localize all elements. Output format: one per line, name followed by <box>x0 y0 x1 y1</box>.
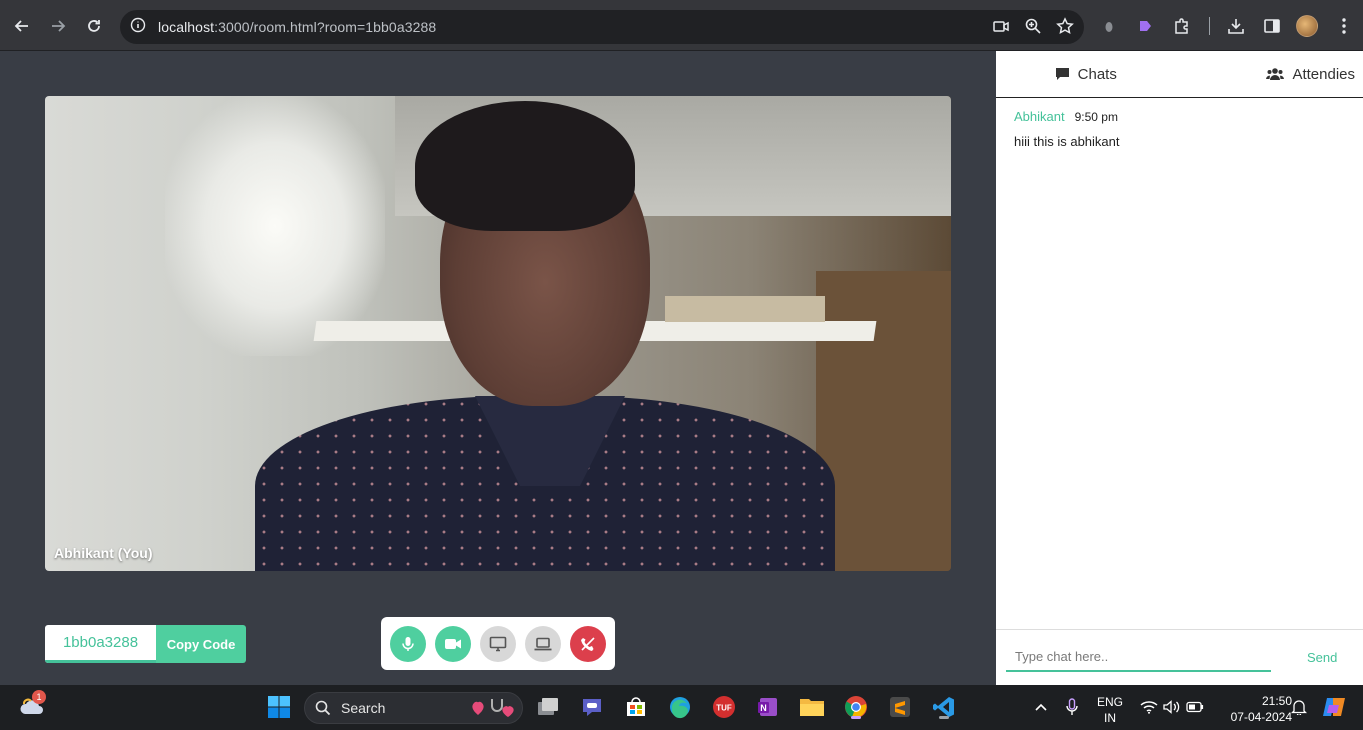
tab-attendies-label: Attendies <box>1292 65 1355 83</box>
tab-chats[interactable]: Chats <box>996 51 1176 97</box>
tuf-app-icon[interactable]: TUF <box>710 693 738 721</box>
browser-toolbar: localhost:3000/room.html?room=1bb0a3288 <box>0 0 1363 51</box>
extension-purple-icon[interactable] <box>1133 14 1157 38</box>
end-call-button[interactable] <box>570 625 606 662</box>
laptop-button[interactable] <box>525 625 561 662</box>
reload-icon[interactable] <box>81 13 107 39</box>
message-sender: Abhikant <box>1014 109 1065 124</box>
microphone-icon <box>402 636 414 651</box>
svg-text:TUF: TUF <box>716 704 732 713</box>
side-panel-tabs: Chats Attendies <box>996 51 1363 98</box>
sublime-text-icon[interactable] <box>886 693 914 721</box>
task-view-icon[interactable] <box>534 693 562 721</box>
active-app-indicator <box>851 716 861 719</box>
zoom-icon[interactable] <box>1024 17 1042 40</box>
start-windows-icon[interactable] <box>265 693 293 721</box>
windows-taskbar: 1 Search TUF N ENG IN 21:50 07-04-2024 <box>0 685 1363 730</box>
language-indicator[interactable]: ENG IN <box>1092 694 1128 726</box>
side-panel-icon[interactable] <box>1260 14 1284 38</box>
copilot-icon[interactable] <box>1320 693 1348 721</box>
search-label: Search <box>341 700 386 716</box>
chat-composer: Send <box>996 629 1363 685</box>
tab-attendies[interactable]: Attendies <box>1176 51 1363 97</box>
weather-badge: 1 <box>32 690 46 704</box>
tab-chats-label: Chats <box>1077 65 1117 83</box>
battery-icon[interactable] <box>1181 693 1209 721</box>
extensions-puzzle-icon[interactable] <box>1170 14 1194 38</box>
vscode-icon[interactable] <box>930 693 958 721</box>
download-icon[interactable] <box>1224 14 1248 38</box>
room-code-box: 1bb0a3288 Copy Code <box>45 625 246 663</box>
notification-bell-icon[interactable] <box>1285 693 1313 721</box>
toolbar-divider <box>1209 17 1210 35</box>
users-icon <box>1266 68 1285 80</box>
screen-share-button[interactable] <box>480 625 516 662</box>
file-explorer-icon[interactable] <box>798 693 826 721</box>
chat-message: Abhikant 9:50 pm hiii this is abhikant <box>1014 108 1120 149</box>
url-text: localhost:3000/room.html?room=1bb0a3288 <box>158 19 437 35</box>
store-icon[interactable] <box>622 693 650 721</box>
room-code: 1bb0a3288 <box>45 625 156 663</box>
edge-browser-icon[interactable] <box>666 693 694 721</box>
extension-icon[interactable] <box>1097 14 1121 38</box>
back-icon[interactable] <box>9 13 35 39</box>
mic-toggle-button[interactable] <box>390 625 426 662</box>
active-app-indicator <box>939 716 949 719</box>
hearts-stethoscope-icon <box>472 699 514 717</box>
copy-code-button[interactable]: Copy Code <box>156 625 246 663</box>
forward-icon[interactable] <box>45 13 71 39</box>
video-camera-icon <box>445 638 461 649</box>
clock-date: 07-04-2024 <box>1230 710 1292 724</box>
send-button[interactable]: Send <box>1307 650 1337 665</box>
camera-in-use-icon[interactable] <box>992 17 1010 40</box>
chrome-icon[interactable] <box>842 693 870 721</box>
chat-side-panel: Chats Attendies Abhikant 9:50 pm hiii thi… <box>996 51 1363 685</box>
clock-time: 21:50 <box>1261 694 1292 708</box>
end-call-icon <box>581 636 595 651</box>
address-bar[interactable]: localhost:3000/room.html?room=1bb0a3288 <box>120 10 1084 44</box>
chevron-up-icon[interactable] <box>1027 693 1055 721</box>
comment-icon <box>1055 68 1069 80</box>
participant-name-label: Abhikant (You) <box>54 545 153 561</box>
video-background-light <box>165 96 385 356</box>
video-background-cabinet <box>816 271 951 571</box>
bookmark-star-icon[interactable] <box>1056 17 1074 40</box>
screen-share-icon <box>489 636 507 651</box>
local-video-feed: Abhikant (You) <box>45 96 951 571</box>
chat-input[interactable] <box>1006 642 1271 672</box>
language-code: ENG <box>1096 695 1123 709</box>
message-time: 9:50 pm <box>1074 110 1118 124</box>
site-info-icon[interactable] <box>130 17 146 38</box>
call-controls <box>381 617 615 670</box>
camera-toggle-button[interactable] <box>435 625 471 662</box>
region-code: IN <box>1104 711 1116 725</box>
meeting-stage: Abhikant (You) 1bb0a3288 Copy Code <box>0 51 996 685</box>
clock[interactable]: 21:50 07-04-2024 <box>1212 693 1292 725</box>
message-text: hiii this is abhikant <box>1014 134 1120 149</box>
video-background-box <box>665 296 825 322</box>
laptop-icon <box>534 637 552 650</box>
microphone-tray-icon[interactable] <box>1058 693 1086 721</box>
search-icon <box>315 700 331 716</box>
more-menu-icon[interactable] <box>1332 14 1356 38</box>
video-person-hair <box>415 101 635 231</box>
profile-avatar[interactable] <box>1295 14 1319 38</box>
onenote-icon[interactable]: N <box>754 693 782 721</box>
chat-app-icon[interactable] <box>578 693 606 721</box>
svg-text:N: N <box>760 703 767 713</box>
taskbar-search[interactable]: Search <box>304 692 523 724</box>
